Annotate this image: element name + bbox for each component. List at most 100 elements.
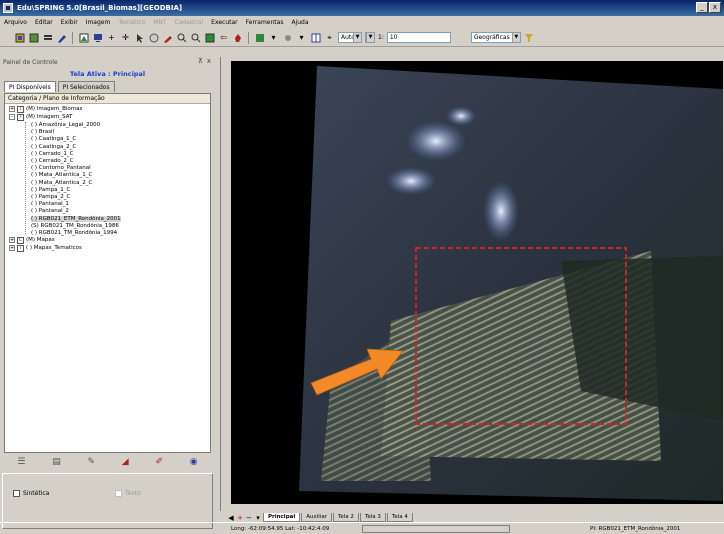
chevron-down-icon: ▼ bbox=[366, 33, 374, 42]
zoom-window-icon[interactable] bbox=[204, 32, 215, 43]
sintetica-checkbox[interactable]: Sintética bbox=[13, 490, 49, 497]
dropdown-arrow-icon[interactable]: ▾ bbox=[296, 32, 307, 43]
scale-prefix: 1: bbox=[378, 34, 384, 41]
menu-cadastral: Cadastral bbox=[174, 19, 204, 26]
project-icon[interactable] bbox=[28, 32, 39, 43]
tree-item[interactable]: + I (M) Imagem_Biomas bbox=[9, 105, 82, 113]
active-pi-readout: PI: RGB021_ETM_Rondônia_2001 bbox=[590, 526, 681, 532]
back-icon[interactable]: ⇦ bbox=[218, 32, 229, 43]
tab-tela-2[interactable]: Tela 2 bbox=[332, 513, 359, 522]
chart-icon[interactable]: ✎ bbox=[87, 457, 95, 467]
tab-tela-3[interactable]: Tela 3 bbox=[359, 513, 386, 522]
view-prev-icon[interactable]: ◀ bbox=[227, 514, 235, 522]
layers-icon[interactable] bbox=[42, 32, 53, 43]
grid-icon[interactable] bbox=[310, 32, 321, 43]
properties-icon[interactable]: ◉ bbox=[190, 457, 198, 467]
status-bar: Long: -62:09:54.95 Lat: -10:42:4.09 PI: … bbox=[0, 522, 724, 534]
pencil-icon[interactable] bbox=[162, 32, 173, 43]
coords-readout: Long: -62:09:54.95 Lat: -10:42:4.09 bbox=[231, 526, 330, 532]
category-icon: I bbox=[17, 105, 24, 113]
edit-icon[interactable] bbox=[56, 32, 67, 43]
tab-tela-4[interactable]: Tela 4 bbox=[386, 513, 413, 522]
tree-item[interactable]: + C (M) Mapas bbox=[9, 236, 55, 244]
category-icon: I bbox=[17, 113, 24, 121]
tree-item-label: ( ) Pampa_1_C bbox=[31, 186, 71, 193]
expand-icon[interactable]: + bbox=[9, 245, 15, 252]
collapse-icon[interactable]: - bbox=[9, 114, 15, 120]
zoom-mode-select[interactable]: Auto ▼ bbox=[338, 32, 362, 43]
dropdown-arrow-icon[interactable]: ▾ bbox=[268, 32, 279, 43]
tool-icon[interactable] bbox=[282, 32, 293, 43]
expand-icon[interactable]: + bbox=[9, 237, 15, 244]
add-view-icon[interactable]: + bbox=[236, 514, 244, 522]
tab-principal[interactable]: Principal bbox=[263, 513, 301, 522]
coord-system-select[interactable]: Geográficas ▼ bbox=[470, 32, 521, 43]
view-tabs: ◀ + − ▾ Principal Auxiliar Tela 2 Tela 3… bbox=[227, 513, 413, 522]
menu-ferramentas[interactable]: Ferramentas bbox=[246, 19, 284, 26]
tab-pi-selecionados[interactable]: PI Selecionados bbox=[57, 81, 115, 92]
tree-item[interactable]: - I (M) Imagem_SAT bbox=[9, 113, 72, 121]
zoom-in-icon[interactable] bbox=[176, 32, 187, 43]
title-bar: Edu\SPRING 5.0[Brasil_Biomas][GEODBIA] _… bbox=[0, 0, 724, 16]
category-icon: T bbox=[17, 244, 24, 252]
info-icon[interactable] bbox=[148, 32, 159, 43]
contrast-icon[interactable] bbox=[254, 32, 265, 43]
sintetica-label: Sintética bbox=[23, 490, 50, 497]
remove-view-icon[interactable]: − bbox=[245, 514, 253, 522]
status-progress bbox=[362, 525, 510, 533]
tree-header: Categoria / Plano de Informação bbox=[5, 94, 210, 104]
database-icon[interactable] bbox=[14, 32, 25, 43]
menu-editar[interactable]: Editar bbox=[35, 19, 53, 26]
category-icon: C bbox=[17, 236, 24, 244]
draw-display-icon[interactable] bbox=[78, 32, 89, 43]
cursor-icon[interactable]: ⌖ bbox=[324, 32, 335, 43]
menu-bar: Arquivo Editar Exibir Imagem Temático MN… bbox=[0, 16, 724, 29]
cloud bbox=[386, 167, 436, 195]
tab-pi-disponiveis[interactable]: PI Disponíveis bbox=[4, 81, 56, 92]
tab-auxiliar[interactable]: Auxiliar bbox=[301, 513, 332, 522]
menu-ajuda[interactable]: Ajuda bbox=[291, 19, 308, 26]
scale-select[interactable]: ▼ bbox=[365, 32, 375, 43]
tree-item-label: ( ) Mata_Atlantica_2_C bbox=[31, 179, 93, 186]
scale-input[interactable]: 10 bbox=[386, 32, 451, 43]
list-icon[interactable]: ☰ bbox=[17, 457, 25, 467]
zoom-out-icon[interactable] bbox=[190, 32, 201, 43]
tree-item-label: ( ) Pampa_2_C bbox=[31, 194, 71, 200]
tree-item[interactable]: + T( ) Mapas_Tematicos bbox=[9, 244, 82, 252]
chevron-down-icon: ▼ bbox=[353, 33, 361, 42]
minimize-button[interactable]: _ bbox=[696, 2, 708, 13]
menu-mnt: MNT bbox=[153, 19, 167, 26]
delete-icon[interactable]: ◢ bbox=[122, 457, 129, 467]
tree-item-label: ( ) Cerrado_1_C bbox=[31, 150, 74, 157]
menu-exibir[interactable]: Exibir bbox=[61, 19, 78, 26]
expand-icon[interactable]: + bbox=[9, 106, 15, 112]
tree-item-label: (M) Imagem_Biomas bbox=[26, 106, 83, 112]
tree-item-label: ( ) Pantanal_2 bbox=[31, 208, 69, 215]
toolbar-separator bbox=[72, 31, 73, 44]
menu-arquivo[interactable]: Arquivo bbox=[4, 19, 27, 26]
filter-icon[interactable] bbox=[524, 32, 535, 43]
pointer-icon[interactable] bbox=[134, 32, 145, 43]
tree-item-label: (M) Mapas bbox=[26, 237, 55, 244]
map-canvas[interactable] bbox=[231, 61, 723, 504]
panel-header: Painel de Controle ⊼ x bbox=[2, 57, 213, 67]
tree-item-label: ( ) Amazônia_Legal_2000 bbox=[31, 122, 101, 128]
plus-icon[interactable]: + bbox=[106, 32, 117, 43]
view-menu-icon[interactable]: ▾ bbox=[254, 514, 262, 522]
panel-close-button[interactable]: x bbox=[207, 57, 211, 65]
tree-item-label: ( ) Brasil bbox=[31, 129, 55, 136]
checkbox-box[interactable] bbox=[13, 490, 20, 497]
pan-icon[interactable]: ✛ bbox=[120, 32, 131, 43]
tree-item-label: (S) RGB021_TM_Rondônia_1986 bbox=[31, 222, 119, 229]
hand-icon[interactable] bbox=[232, 32, 243, 43]
tree-item-label: ( ) Cerrado_2_C bbox=[31, 158, 74, 164]
menu-imagem[interactable]: Imagem bbox=[86, 19, 111, 26]
screen-icon[interactable] bbox=[92, 32, 103, 43]
menu-executar[interactable]: Executar bbox=[211, 19, 237, 26]
table-icon[interactable]: ▤ bbox=[52, 457, 61, 467]
pin-icon[interactable]: ⊼ bbox=[198, 57, 203, 65]
pencil-icon[interactable]: ✐ bbox=[155, 457, 163, 467]
close-button[interactable]: x bbox=[709, 2, 721, 13]
texto-checkbox: Texto bbox=[115, 490, 141, 497]
tree-item-label: ( ) RGB021_TM_Rondônia_1994 bbox=[31, 230, 118, 236]
